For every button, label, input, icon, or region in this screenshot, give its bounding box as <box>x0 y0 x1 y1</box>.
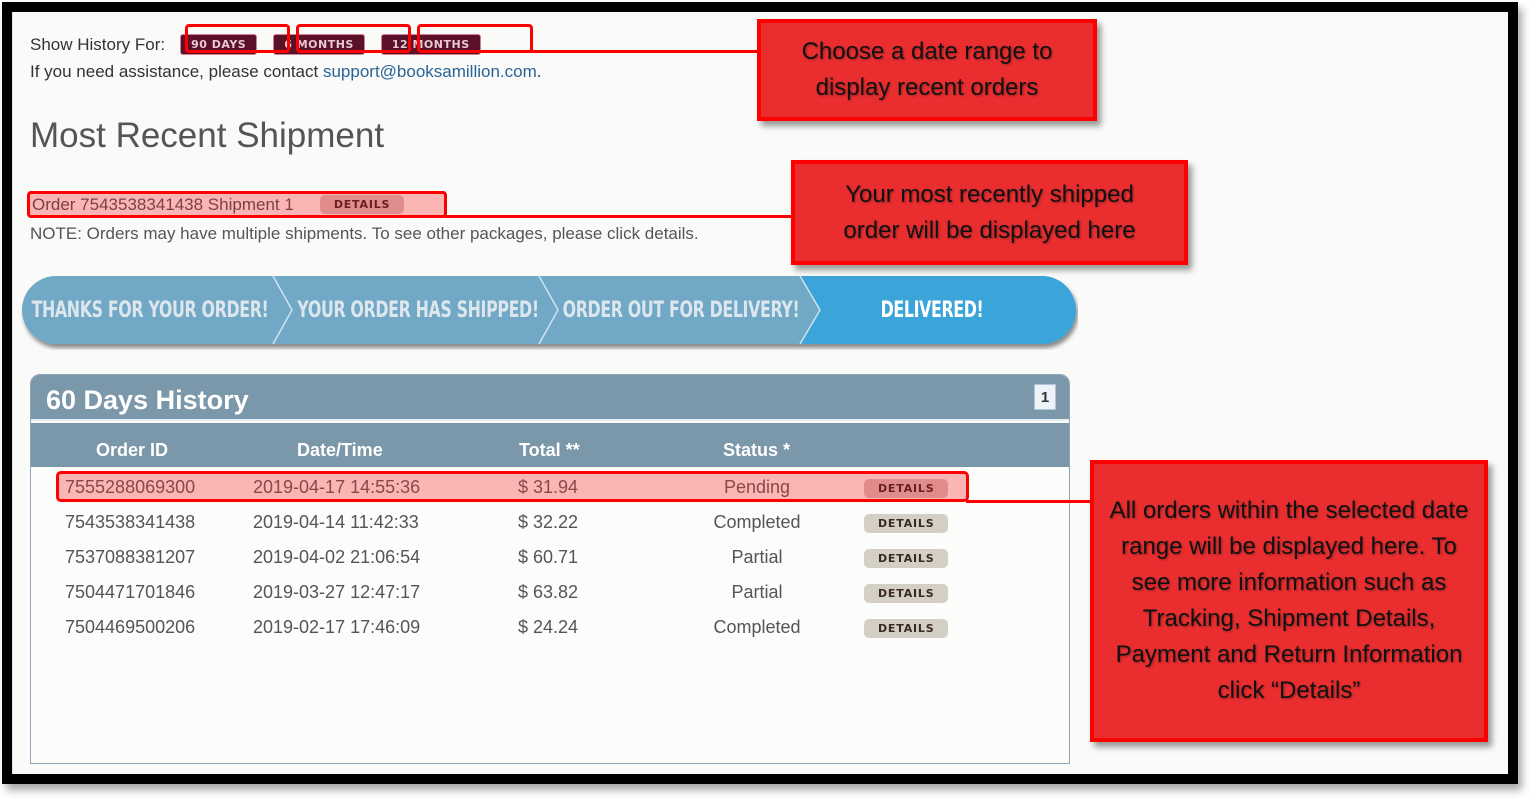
range-90-highlight <box>185 24 290 53</box>
history-label: Show History For: <box>30 34 166 54</box>
datetime-cell: 2019-04-17 14:55:36 <box>253 477 421 497</box>
shipment-details-button[interactable]: DETAILS <box>319 195 405 214</box>
total-cell: $ 63.82 <box>518 582 579 602</box>
col-status: Status * <box>723 440 791 460</box>
order-id-cell: 7504471701846 <box>65 582 196 602</box>
table-row: 7555288069300 2019-04-17 14:55:36 $ 31.94 P… <box>31 472 1069 505</box>
order-id-cell: 7555288069300 <box>65 477 196 497</box>
datetime-cell: 2019-04-02 21:06:54 <box>253 547 421 567</box>
shipment-text: Order 7543538341438 Shipment 1 <box>32 194 294 214</box>
col-order-id: Order ID <box>96 440 169 460</box>
range-6m-highlight <box>296 24 411 53</box>
status-cell: Partial <box>731 582 783 602</box>
datetime-cell: 2019-04-14 11:42:33 <box>253 512 419 532</box>
order-details-button[interactable]: DETAILS <box>864 619 949 638</box>
support-email-link[interactable]: support@booksamillion.com <box>323 62 537 81</box>
datetime-cell: 2019-03-27 12:47:17 <box>253 582 421 602</box>
total-cell: $ 32.22 <box>518 512 579 532</box>
order-id-cell: 7543538341438 <box>65 512 196 532</box>
total-cell: $ 31.94 <box>518 477 579 497</box>
order-id-cell: 7504469500206 <box>65 617 196 637</box>
callout-date-range: Choose a date range to display recent or… <box>757 19 1097 121</box>
panel-title: 60 Days History <box>46 385 249 415</box>
order-details-button[interactable]: DETAILS <box>864 549 949 568</box>
table-row: 7504471701846 2019-03-27 12:47:17 $ 63.82 P… <box>31 577 1069 610</box>
table-header: Order ID Date/Time Total ** Status * <box>31 423 1069 467</box>
assistance-prefix: If you need assistance, please contact <box>30 62 323 81</box>
callout-orders-text: All orders within the selected date rang… <box>1109 497 1469 704</box>
table-row: 7504469500206 2019-02-17 17:46:09 $ 24.24 C… <box>31 612 1069 645</box>
col-datetime: Date/Time <box>297 440 383 460</box>
order-details-button[interactable]: DETAILS <box>864 584 949 603</box>
total-cell: $ 60.71 <box>518 547 579 567</box>
status-cell: Completed <box>713 512 801 532</box>
assistance-text: If you need assistance, please contact s… <box>30 62 542 82</box>
datetime-cell: 2019-02-17 17:46:09 <box>253 617 421 637</box>
table-row: 7537088381207 2019-04-02 21:06:54 $ 60.71 P… <box>31 542 1069 575</box>
assistance-suffix: . <box>536 62 542 81</box>
callout-date-range-text: Choose a date range to display recent or… <box>801 38 1053 101</box>
shipment-note: NOTE: Orders may have multiple shipments… <box>30 224 699 243</box>
order-progress-tracker: THANKS FOR YOUR ORDER! YOUR ORDER HAS SH… <box>20 274 1078 350</box>
page-title: Most Recent Shipment <box>30 116 385 155</box>
pagination-page-1[interactable]: 1 <box>1034 384 1056 410</box>
order-details-button[interactable]: DETAILS <box>864 479 949 498</box>
step-thanks: THANKS FOR YOUR ORDER! <box>31 297 269 323</box>
callout-orders: All orders within the selected date rang… <box>1090 460 1488 742</box>
callout-recent-shipment: Your most recently shipped order will be… <box>791 160 1188 265</box>
range-12m-highlight <box>417 24 533 53</box>
order-id-cell: 7537088381207 <box>65 547 196 567</box>
status-cell: Completed <box>713 617 801 637</box>
total-cell: $ 24.24 <box>518 617 579 637</box>
connector-recent-shipment <box>445 215 795 218</box>
panel-header: 60 Days History 1 <box>31 375 1069 421</box>
connector-date-range <box>530 50 760 53</box>
order-details-button[interactable]: DETAILS <box>864 514 949 533</box>
recent-shipment-row: Order 7543538341438 Shipment 1 DETAILS <box>27 191 447 218</box>
status-cell: Partial <box>731 547 783 567</box>
col-total: Total ** <box>519 440 580 460</box>
callout-recent-shipment-text: Your most recently shipped order will be… <box>843 180 1136 244</box>
status-cell: Pending <box>723 477 791 497</box>
step-out-for-delivery: ORDER OUT FOR DELIVERY! <box>562 297 800 323</box>
table-row: 7543538341438 2019-04-14 11:42:33 $ 32.22 C… <box>31 507 1069 540</box>
step-delivered: DELIVERED! <box>880 297 984 323</box>
step-shipped: YOUR ORDER HAS SHIPPED! <box>297 297 539 323</box>
